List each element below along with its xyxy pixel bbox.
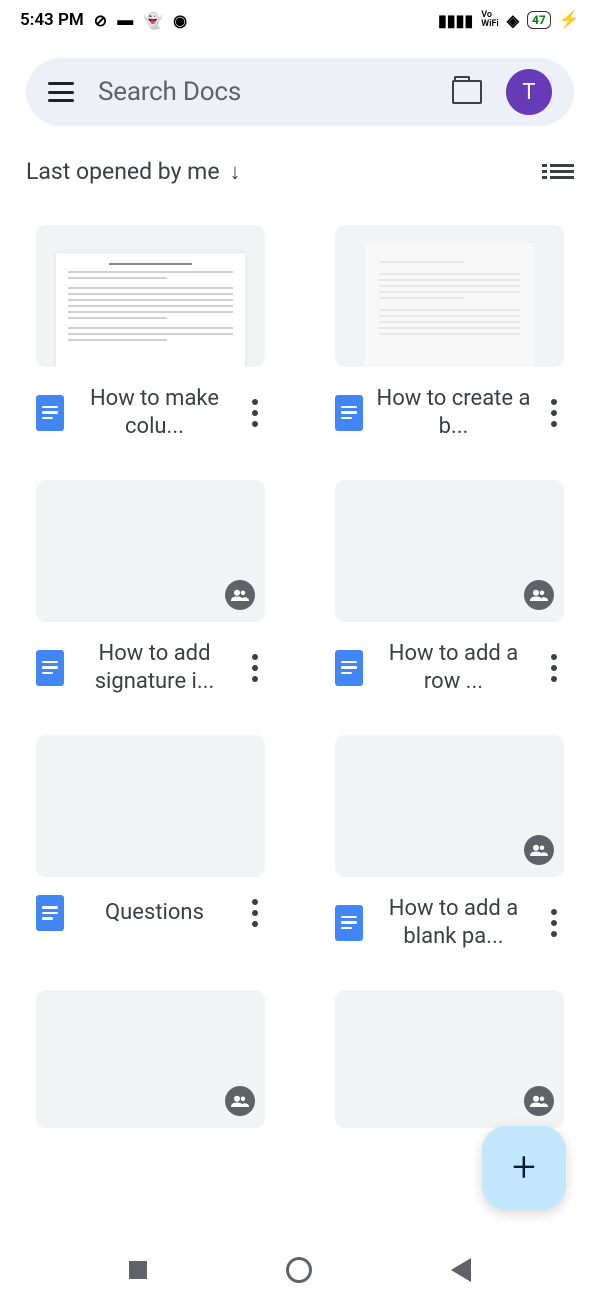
search-bar[interactable]: Search Docs T [26,58,574,126]
more-options-icon[interactable] [245,399,265,427]
record-icon: ◉ [173,11,187,30]
doc-title: How to create a b... [375,385,532,440]
doc-card[interactable]: How to make colu... [36,225,265,440]
status-bar: 5:43 PM ⊘ ▬ 👻 ◉ ▮▮▮▮ VoWiFi ◈ 47 ⚡ [0,0,600,40]
document-grid: How to make colu... How to create a b... [0,185,600,1128]
docs-file-icon [335,395,363,431]
arrow-down-icon: ↓ [230,159,241,185]
doc-thumbnail[interactable] [36,225,265,367]
more-options-icon[interactable] [245,654,265,682]
nav-back-icon[interactable] [451,1258,471,1282]
doc-title: How to add a row ... [375,640,532,695]
doc-title: How to add signature i... [76,640,233,695]
doc-title: Questions [76,899,233,927]
doc-thumbnail[interactable] [36,990,265,1128]
battery-indicator: 47 [527,11,551,29]
shared-icon [524,580,554,610]
shared-icon [524,1086,554,1116]
more-options-icon[interactable] [544,654,564,682]
thumb-page [56,253,245,367]
more-options-icon[interactable] [544,399,564,427]
doc-thumbnail[interactable] [36,480,265,622]
snap-icon: 👻 [143,11,163,30]
thumb-page [365,243,534,367]
doc-title: How to add a blank pa... [375,895,532,950]
vowifi-icon: VoWiFi [481,11,499,29]
sort-label-text: Last opened by me [26,158,220,185]
sort-button[interactable]: Last opened by me ↓ [26,158,241,185]
view-toggle-icon[interactable] [550,164,574,179]
docs-file-icon [335,905,363,941]
search-input[interactable]: Search Docs [98,77,428,107]
doc-thumbnail[interactable] [335,480,564,622]
plus-icon: + [512,1147,536,1189]
doc-thumbnail[interactable] [335,990,564,1128]
doc-card[interactable] [335,990,564,1128]
shared-icon [225,1086,255,1116]
more-options-icon[interactable] [245,899,265,927]
doc-card[interactable]: How to create a b... [335,225,564,440]
nav-home-icon[interactable] [286,1257,312,1283]
status-time: 5:43 PM [20,10,84,30]
doc-card[interactable]: How to add a row ... [335,480,564,695]
doc-thumbnail[interactable] [335,735,564,877]
doc-card[interactable]: Questions [36,735,265,950]
docs-file-icon [36,395,64,431]
docs-file-icon [335,650,363,686]
folder-icon[interactable] [452,80,482,104]
more-options-icon[interactable] [544,909,564,937]
doc-thumbnail[interactable] [335,225,564,367]
doc-card[interactable]: How to add a blank pa... [335,735,564,950]
docs-file-icon [36,895,64,931]
docs-file-icon [36,650,64,686]
signal-icon: ▮▮▮▮ [438,11,473,30]
shared-icon [524,835,554,865]
sms-icon: ▬ [117,10,133,30]
avatar[interactable]: T [506,69,552,115]
doc-card[interactable] [36,990,265,1128]
hamburger-icon[interactable] [48,82,74,102]
doc-card[interactable]: How to add signature i... [36,480,265,695]
dnd-icon: ⊘ [94,11,107,30]
doc-title: How to make colu... [76,385,233,440]
sort-row: Last opened by me ↓ [0,126,600,185]
new-doc-fab[interactable]: + [482,1126,566,1210]
system-nav-bar [0,1240,600,1300]
charging-icon: ⚡ [559,10,580,30]
nav-recents-icon[interactable] [129,1261,147,1279]
wifi-icon: ◈ [507,11,519,30]
shared-icon [225,580,255,610]
doc-thumbnail[interactable] [36,735,265,877]
